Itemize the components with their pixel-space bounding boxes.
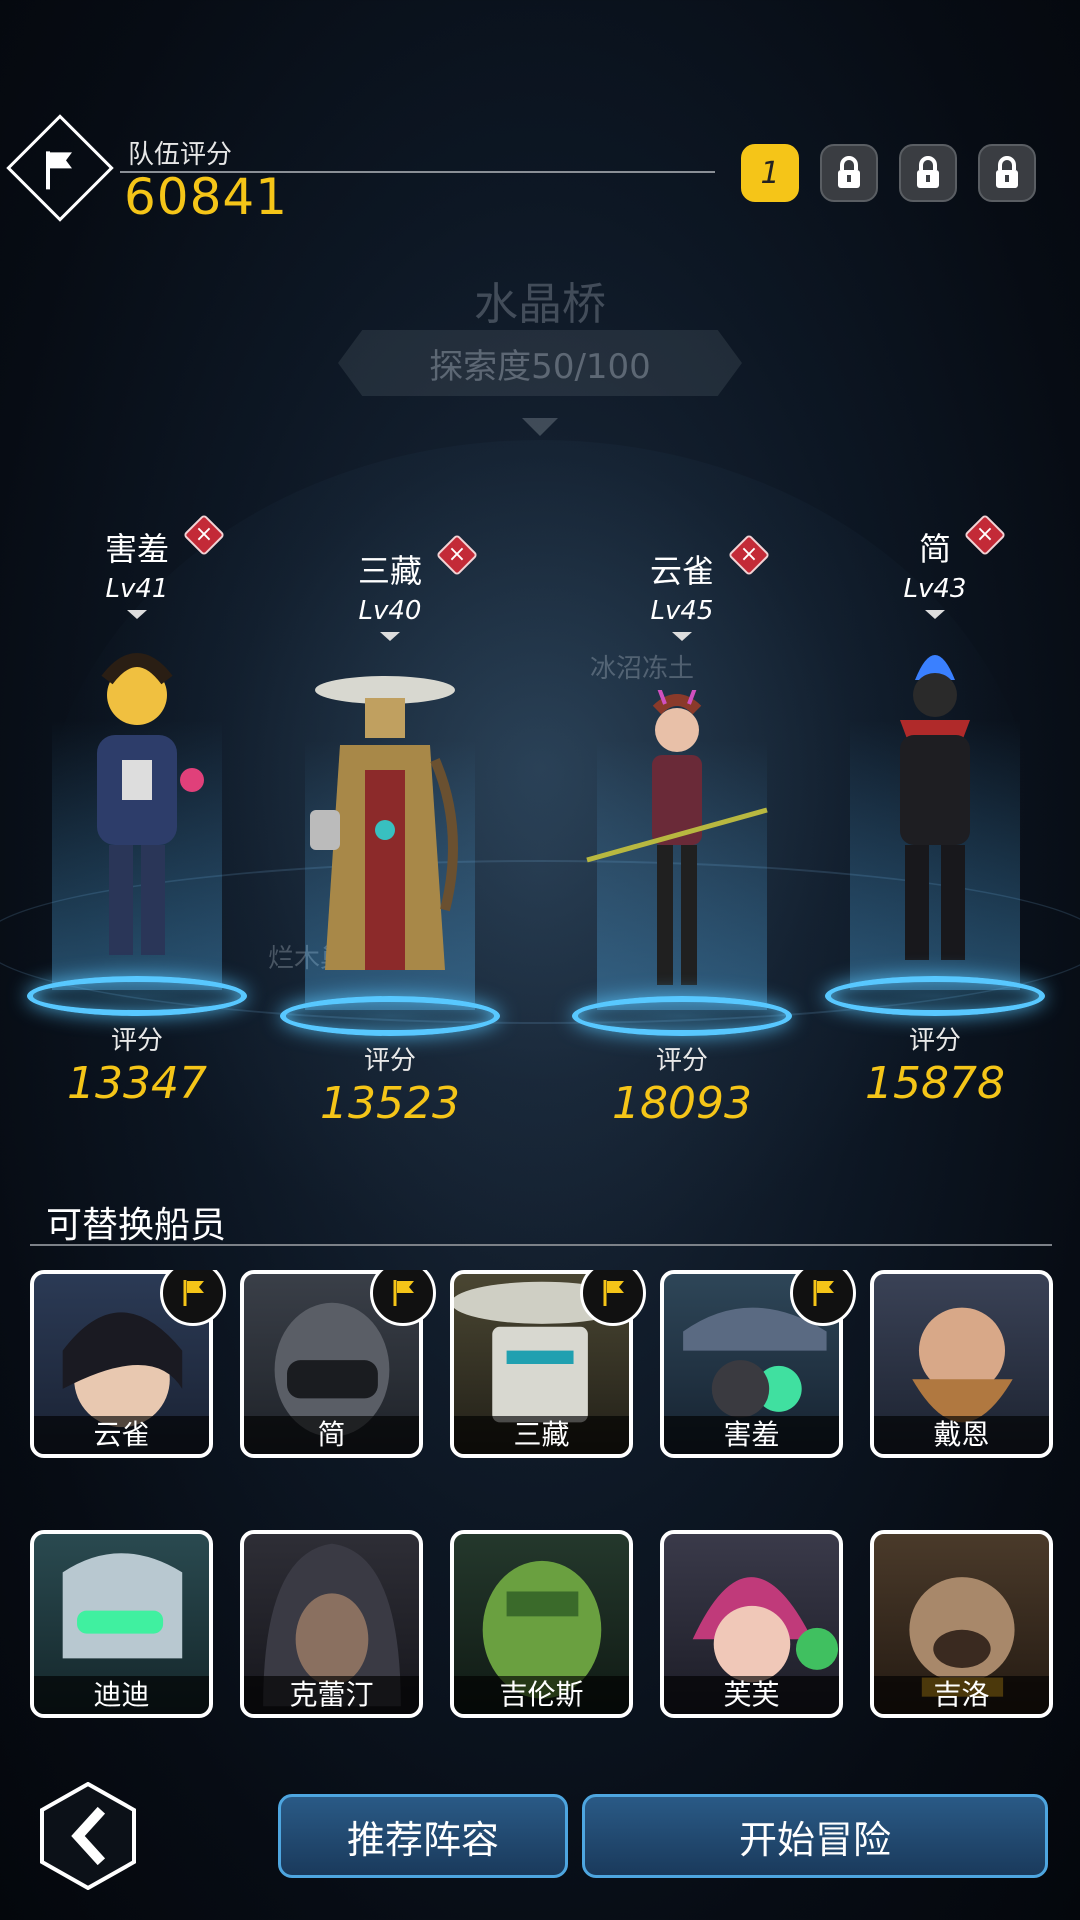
team-slot-number: 1 <box>760 155 780 191</box>
hero-score: 13523 <box>320 1078 460 1129</box>
team-flag-badge <box>6 114 114 222</box>
crew-name: 吉伦斯 <box>454 1676 629 1714</box>
crew-name: 克蕾汀 <box>244 1676 419 1714</box>
team-slot-2-locked[interactable] <box>820 144 878 202</box>
hero-score-label: 评分 <box>363 1046 416 1076</box>
hero-pad <box>280 996 500 1036</box>
crew-grid: 云雀 简 三藏 害羞 戴恩 迪迪 克蕾汀 吉伦斯 芙芙 吉洛 <box>30 1270 1060 1735</box>
crew-name: 迪迪 <box>34 1676 209 1714</box>
team-slot-3-locked[interactable] <box>899 144 957 202</box>
map-name: 水晶桥 <box>474 279 606 330</box>
crew-section-divider <box>30 1244 1052 1246</box>
crew-card[interactable]: 芙芙 <box>660 1530 843 1718</box>
hero-pad <box>825 976 1045 1016</box>
hero-slot-3[interactable]: 云雀 × Lv45 评分 18093 <box>562 533 802 1140</box>
map-down-arrow-icon <box>522 418 558 436</box>
back-button[interactable] <box>40 1782 136 1890</box>
hero-score-label: 评分 <box>908 1026 961 1056</box>
close-icon: × <box>194 522 214 547</box>
start-adventure-button[interactable]: 开始冒险 <box>582 1794 1048 1878</box>
hero-pad <box>27 976 247 1016</box>
level-chevron-icon <box>925 610 945 619</box>
crew-card[interactable]: 迪迪 <box>30 1530 213 1718</box>
lock-icon <box>996 156 1018 188</box>
hero-score-label: 评分 <box>655 1046 708 1076</box>
flag-icon <box>46 151 72 190</box>
hero-figure-sanzang <box>310 676 458 970</box>
level-chevron-icon <box>672 632 692 641</box>
crew-name: 吉洛 <box>874 1676 1049 1714</box>
crew-name: 害羞 <box>664 1416 839 1454</box>
close-icon: × <box>447 542 467 567</box>
close-icon: × <box>975 522 995 547</box>
flag-icon <box>393 1280 414 1306</box>
exploration-progress: 探索度50/100 <box>338 330 742 396</box>
crew-card[interactable]: 吉洛 <box>870 1530 1053 1718</box>
crew-card[interactable]: 戴恩 <box>870 1270 1053 1458</box>
flag-icon <box>813 1280 834 1306</box>
team-score-label: 队伍评分 <box>128 140 233 170</box>
hero-figure-yunque <box>586 690 768 985</box>
hero-level: Lv43 <box>903 574 967 604</box>
hero-score: 18093 <box>612 1078 752 1129</box>
crew-card[interactable]: 吉伦斯 <box>450 1530 633 1718</box>
crew-name: 芙芙 <box>664 1676 839 1714</box>
hero-slot-1[interactable]: 害羞 × Lv41 评分 13347 <box>17 513 257 1120</box>
hero-slot-4[interactable]: 简 × Lv43 评分 15878 <box>815 513 1055 1120</box>
flag-icon <box>603 1280 624 1306</box>
hero-figure-jian <box>900 655 970 960</box>
hero-score: 13347 <box>67 1058 207 1109</box>
hero-figure-hanxiu <box>97 653 204 955</box>
hero-level: Lv41 <box>105 574 169 604</box>
team-score-value: 60841 <box>124 168 289 226</box>
team-slot-1[interactable]: 1 <box>741 144 799 202</box>
crew-card[interactable]: 克蕾汀 <box>240 1530 423 1718</box>
crew-name: 三藏 <box>454 1416 629 1454</box>
hero-score-label: 评分 <box>110 1026 163 1056</box>
team-slot-4-locked[interactable] <box>978 144 1036 202</box>
hero-level: Lv40 <box>358 596 422 626</box>
hero-level: Lv45 <box>650 596 714 626</box>
close-icon: × <box>739 542 759 567</box>
recommend-lineup-button[interactable]: 推荐阵容 <box>278 1794 568 1878</box>
lock-icon <box>917 156 939 188</box>
level-chevron-icon <box>380 632 400 641</box>
lock-icon <box>838 156 860 188</box>
crew-name: 简 <box>244 1416 419 1454</box>
hero-score: 15878 <box>865 1058 1005 1109</box>
crew-section-title: 可替换船员 <box>46 1205 227 1246</box>
hero-name: 简 <box>918 530 951 568</box>
exploration-text: 探索度50/100 <box>429 346 651 387</box>
level-chevron-icon <box>127 610 147 619</box>
crew-name: 戴恩 <box>874 1416 1049 1454</box>
hero-slot-2[interactable]: 三藏 × Lv40 评分 13523 <box>270 533 510 1140</box>
hero-pad <box>572 996 792 1036</box>
crew-name: 云雀 <box>34 1416 209 1454</box>
flag-icon <box>183 1280 204 1306</box>
